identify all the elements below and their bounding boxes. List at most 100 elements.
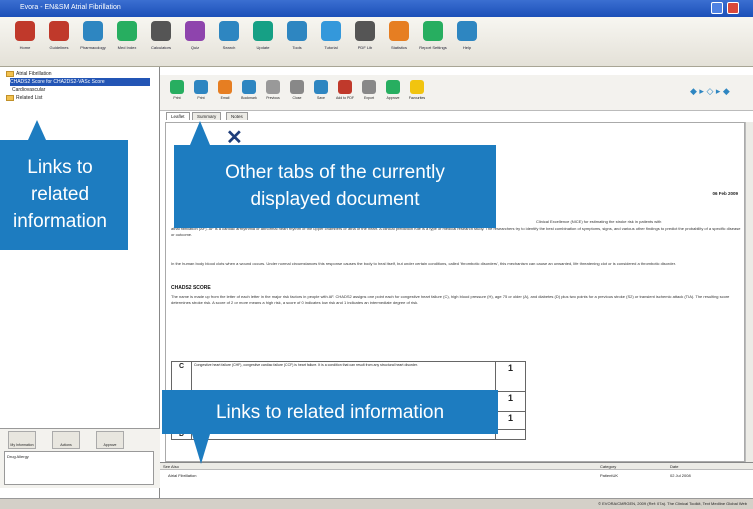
toolbar-button-label: Calculators: [150, 45, 171, 50]
doc-toolbar-label: Save: [317, 96, 325, 100]
document-scrollbar[interactable]: [745, 122, 753, 462]
tree-item-related-list[interactable]: Related List: [6, 94, 42, 102]
toolbar-button-search[interactable]: Search: [214, 21, 244, 50]
status-text: © EVORA/CMRGEN, 2009 (Ref: 07a). The Cli…: [598, 501, 747, 506]
doc-toolbar-button-previous[interactable]: Previous: [262, 80, 284, 100]
export-icon: [362, 80, 376, 94]
minimize-button[interactable]: [711, 2, 723, 14]
doc-toolbar-button-save[interactable]: Save: [310, 80, 332, 100]
notes-box[interactable]: Drug Allergy: [4, 451, 154, 485]
toolbar-button-label: Quiz: [190, 45, 200, 50]
calculators-icon: [151, 21, 171, 41]
back-forward-nav[interactable]: ◆ ▸ ◇ ▸ ◆: [690, 86, 730, 97]
statistics-icon: [389, 21, 409, 41]
main-toolbar: Home Guidelines Pharmacology Med Index Calcu…: [0, 17, 753, 67]
toolbar-button-med-index[interactable]: Med Index: [112, 21, 142, 50]
toolbar-button-guidelines[interactable]: Guidelines: [44, 21, 74, 50]
doc-toolbar-label: Bookmark: [241, 96, 257, 100]
section-heading: CHADS2 SCORE: [171, 285, 211, 291]
doc-toolbar-button-export[interactable]: Export: [358, 80, 380, 100]
doc-toolbar-label: Close: [292, 96, 302, 100]
tree-item-atrial-fibrillation[interactable]: Atrial Fibrillation: [6, 70, 52, 78]
toolbar-button-label: Update: [256, 45, 270, 50]
toolbar-button-report-settings[interactable]: Report Settings: [418, 21, 448, 50]
actions-button[interactable]: Actions: [52, 431, 80, 449]
toolbar-button-calculators[interactable]: Calculators: [146, 21, 176, 50]
callout-other-tabs: Other tabs of the currently displayed do…: [174, 145, 496, 228]
my-information-button[interactable]: My Information: [8, 431, 36, 449]
callout-links-bottom: Links to related information: [162, 390, 498, 434]
folder-icon: [6, 94, 14, 101]
table-row: C Congestive heart failure (CHF), conges…: [171, 361, 526, 392]
tree-item-chads2[interactable]: CHADS2 Score for CHA2DS2-VASc Score: [10, 78, 150, 86]
column-header-category[interactable]: Category: [600, 463, 616, 470]
table-letter-cell: C: [171, 361, 192, 392]
print-icon: [170, 80, 184, 94]
help-icon: [457, 21, 477, 41]
doc-toolbar-label: Print: [197, 96, 205, 100]
toolbar-button-home[interactable]: Home: [10, 21, 40, 50]
callout-links-left: Links to related information: [0, 140, 128, 250]
doc-toolbar-button-print[interactable]: Print: [166, 80, 188, 100]
toolbar-button-label: Guidelines: [49, 45, 69, 50]
doc-toolbar-button-bookmark[interactable]: Bookmark: [238, 80, 260, 100]
toolbar-button-label: Home: [19, 45, 31, 50]
close-icon: [290, 80, 304, 94]
toolbar-button-label: Report Settings: [419, 45, 447, 50]
approve-button[interactable]: Approve: [96, 431, 124, 449]
table-score-cell: 1: [495, 361, 526, 392]
document-date: 06 Feb 2009: [712, 191, 738, 196]
tab-summary[interactable]: Summary: [192, 112, 222, 120]
doc-toolbar-button-close[interactable]: Close: [286, 80, 308, 100]
update-icon: [253, 21, 273, 41]
column-header-date[interactable]: Date: [670, 463, 678, 470]
guidelines-icon: [49, 21, 69, 41]
doc-toolbar-button-print[interactable]: Print: [190, 80, 212, 100]
doc-toolbar-label: Previous: [266, 96, 280, 100]
toolbar-button-label: Tutorial: [324, 45, 338, 50]
folder-icon: [6, 70, 14, 77]
callout-pointer-left: [28, 120, 46, 140]
med-index-icon: [117, 21, 137, 41]
toolbar-button-tutorial[interactable]: Tutorial: [316, 21, 346, 50]
save-icon: [314, 80, 328, 94]
doc-toolbar-button-favourites[interactable]: Favourites: [406, 80, 428, 100]
tab-notes[interactable]: Notes: [226, 112, 248, 120]
table-score-cell: [495, 429, 526, 440]
pharmacology-icon: [83, 21, 103, 41]
column-header-see-also[interactable]: See Also: [163, 463, 179, 470]
related-header: See Also Category Date: [160, 463, 753, 470]
toolbar-button-quiz[interactable]: Quiz: [180, 21, 210, 50]
toolbar-button-label: Tools: [292, 45, 302, 50]
status-bar: © EVORA/CMRGEN, 2009 (Ref: 07a). The Cli…: [0, 498, 753, 509]
toolbar-button-tools[interactable]: Tools: [282, 21, 312, 50]
doc-toolbar-label: Favourites: [408, 96, 426, 100]
callout-pointer-bottom: [192, 434, 210, 464]
doc-toolbar-button-approve[interactable]: Approve: [382, 80, 404, 100]
toolbar-button-statistics[interactable]: Statistics: [384, 21, 414, 50]
doc-toolbar-label: Export: [363, 96, 375, 100]
paragraph-tail: Clinical Excellence (NICE) for estimatin…: [536, 219, 662, 224]
toolbar-button-pharmacology[interactable]: Pharmacology: [78, 21, 108, 50]
home-icon: [15, 21, 35, 41]
table-desc-cell: Congestive heart failure (CHF), congesti…: [191, 361, 496, 392]
toolbar-button-pdf-lib[interactable]: PDF Lib: [350, 21, 380, 50]
toolbar-button-update[interactable]: Update: [248, 21, 278, 50]
doc-toolbar-label: Print: [173, 96, 181, 100]
pdf-lib-icon: [355, 21, 375, 41]
related-link-row[interactable]: Atrial Fibrillation PatientUK 02 Jul 200…: [160, 472, 753, 479]
toolbar-button-help[interactable]: Help: [452, 21, 482, 50]
tree-item-cardiovascular[interactable]: Cardiovascular: [12, 86, 45, 94]
related-links-panel: See Also Category Date Atrial Fibrillati…: [160, 462, 753, 500]
doc-toolbar-button-add-to-pdf[interactable]: Add to PDF: [334, 80, 356, 100]
sidebar-lower-panel: My Information Actions Approve Drug Alle…: [0, 428, 160, 488]
close-button[interactable]: [727, 2, 739, 14]
doc-toolbar-label: Add to PDF: [335, 96, 355, 100]
related-link-name[interactable]: Atrial Fibrillation: [168, 472, 196, 479]
doc-toolbar-button-email[interactable]: Email: [214, 80, 236, 100]
doc-toolbar-label: Email: [220, 96, 230, 100]
toolbar-button-label: PDF Lib: [357, 45, 373, 50]
callout-pointer-top: [190, 121, 210, 145]
related-link-category: PatientUK: [600, 473, 619, 478]
tab-leaflet[interactable]: Leaflet: [166, 112, 190, 120]
